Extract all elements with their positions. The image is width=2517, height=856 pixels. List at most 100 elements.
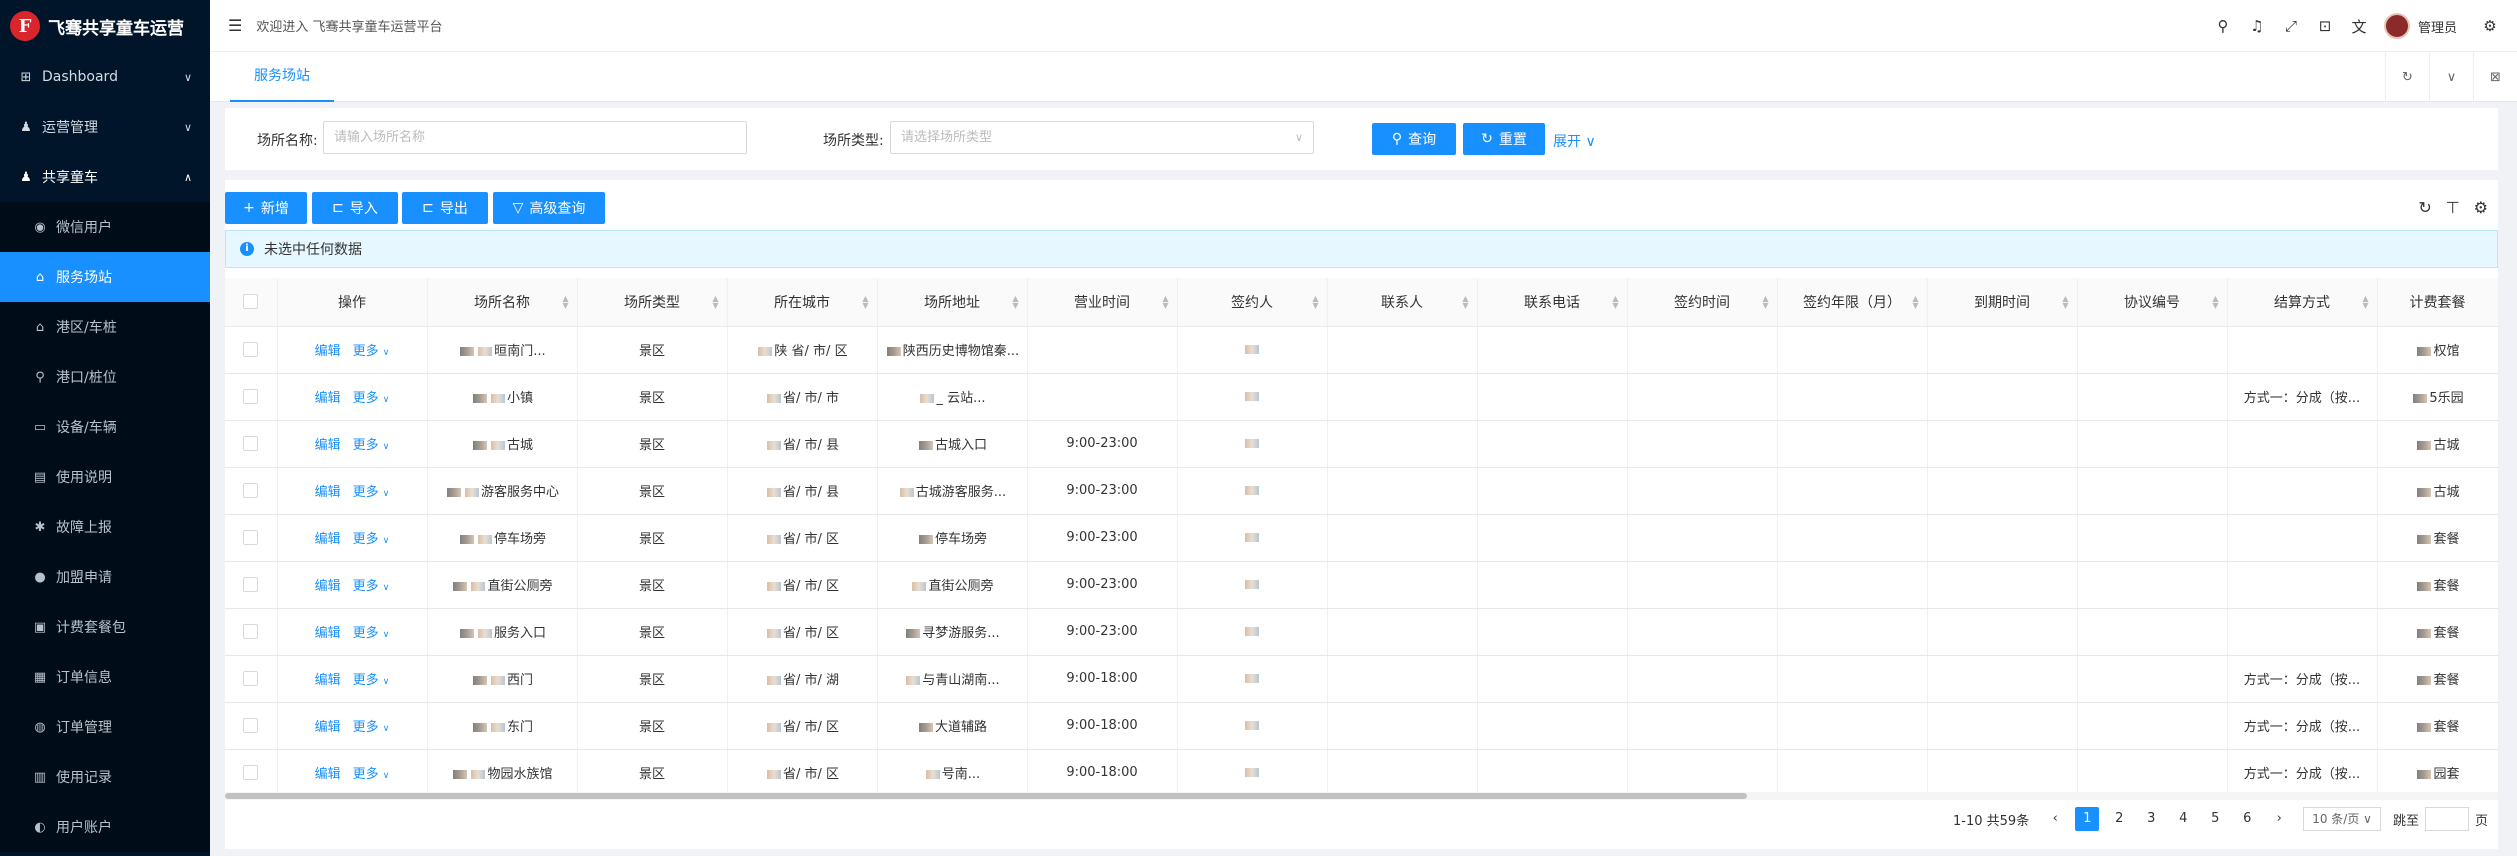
col-header-name[interactable]: 场所名称 ▲ ▼ — [427, 278, 578, 327]
row-checkbox[interactable] — [243, 436, 259, 451]
col-header-expire[interactable]: 到期时间 ▲ ▼ — [1927, 278, 2078, 327]
row-checkbox[interactable] — [243, 624, 259, 639]
more-link[interactable]: 更多 ∨ — [353, 720, 390, 735]
row-checkbox[interactable] — [243, 671, 259, 686]
edit-link[interactable]: 编辑 — [315, 438, 341, 453]
sidebar-item-port-slots[interactable]: ⚲ 港口/桩位 — [0, 352, 210, 402]
col-header-contact[interactable]: 联系人 ▲ ▼ — [1327, 278, 1478, 327]
more-link[interactable]: 更多 ∨ — [353, 626, 390, 641]
edit-link[interactable]: 编辑 — [315, 391, 341, 406]
page-number[interactable]: 4 — [2171, 807, 2195, 831]
advanced-query-button[interactable]: ▽ 高级查询 — [493, 192, 605, 224]
search-icon[interactable]: ⚲ — [2206, 17, 2240, 35]
import-button[interactable]: ⊏ 导入 — [312, 192, 398, 224]
col-header-address[interactable]: 场所地址 ▲ ▼ — [877, 278, 1028, 327]
gear-icon[interactable]: ⚙ — [2474, 198, 2488, 217]
sidebar-item-fault-report[interactable]: ✱ 故障上报 — [0, 502, 210, 552]
page-number[interactable]: 1 — [2075, 807, 2100, 831]
col-header-sign-time[interactable]: 签约时间 ▲ ▼ — [1627, 278, 1778, 327]
expand-link[interactable]: 展开 ∨ — [1553, 131, 1596, 151]
more-link[interactable]: 更多 ∨ — [353, 673, 390, 688]
chevron-down-icon[interactable]: ∨ — [2429, 52, 2473, 102]
more-link[interactable]: 更多 ∨ — [353, 391, 390, 406]
horizontal-scrollbar[interactable] — [225, 792, 2498, 800]
col-header-phone[interactable]: 联系电话 ▲ ▼ — [1477, 278, 1628, 327]
sidebar-item-devices[interactable]: ▭ 设备/车辆 — [0, 402, 210, 452]
page-number[interactable]: 6 — [2235, 807, 2259, 831]
sidebar-item-shared-carts[interactable]: ♟ 共享童车 ∧ — [0, 152, 210, 202]
add-label: 新增 — [260, 201, 289, 217]
sidebar-item-harbor-piles[interactable]: ⌂ 港区/车桩 — [0, 302, 210, 352]
bell-icon[interactable]: ♫ — [2240, 17, 2274, 35]
sidebar-item-service-stations[interactable]: ⌂ 服务场站 — [0, 252, 210, 302]
more-link[interactable]: 更多 ∨ — [353, 579, 390, 594]
type-select[interactable]: 请选择场所类型 ∨ — [890, 121, 1314, 154]
avatar[interactable] — [2383, 13, 2410, 39]
sidebar-item-wechat-users[interactable]: ◉ 微信用户 — [0, 202, 210, 252]
edit-link[interactable]: 编辑 — [315, 626, 341, 641]
edit-link[interactable]: 编辑 — [315, 767, 341, 782]
column-height-icon[interactable]: ⊤ — [2446, 198, 2460, 217]
next-page-icon[interactable]: › — [2267, 807, 2291, 831]
tab-service-stations[interactable]: 服务场站 — [230, 52, 334, 102]
edit-link[interactable]: 编辑 — [315, 485, 341, 500]
edit-link[interactable]: 编辑 — [315, 720, 341, 735]
page-number[interactable]: 5 — [2203, 807, 2227, 831]
add-button[interactable]: + 新增 — [225, 192, 307, 224]
row-checkbox[interactable] — [243, 342, 259, 357]
row-checkbox[interactable] — [243, 765, 259, 780]
query-button[interactable]: ⚲ 查询 — [1372, 123, 1456, 155]
col-header-signer[interactable]: 签约人 ▲ ▼ — [1177, 278, 1328, 327]
reset-button[interactable]: ↻ 重置 — [1463, 123, 1545, 155]
refresh-icon[interactable]: ↻ — [2385, 52, 2429, 102]
sidebar-item-dashboard[interactable]: ⊞ Dashboard ∨ — [0, 52, 210, 102]
gear-icon[interactable]: ⚙ — [2473, 17, 2507, 35]
row-checkbox[interactable] — [243, 483, 259, 498]
more-link[interactable]: 更多 ∨ — [353, 438, 390, 453]
cell-agreement — [2077, 749, 2228, 797]
col-header-hours[interactable]: 营业时间 ▲ ▼ — [1027, 278, 1178, 327]
export-button[interactable]: ⊏ 导出 — [402, 192, 488, 224]
col-header-sign-years[interactable]: 签约年限（月） ▲ ▼ — [1777, 278, 1928, 327]
row-checkbox[interactable] — [243, 530, 259, 545]
select-all-checkbox[interactable] — [243, 294, 259, 310]
edit-link[interactable]: 编辑 — [315, 344, 341, 359]
edit-link[interactable]: 编辑 — [315, 532, 341, 547]
name-input[interactable]: 请输入场所名称 — [323, 121, 747, 154]
more-link[interactable]: 更多 ∨ — [353, 532, 390, 547]
sidebar-item-order-info[interactable]: ▦ 订单信息 — [0, 652, 210, 702]
sidebar-item-instructions[interactable]: ▤ 使用说明 — [0, 452, 210, 502]
menu-fold-icon[interactable]: ☰ — [228, 16, 242, 35]
col-header-agreement[interactable]: 协议编号 ▲ ▼ — [2077, 278, 2228, 327]
fullscreen-icon[interactable]: ⤢ — [2274, 17, 2308, 35]
sidebar-item-order-manage[interactable]: ◍ 订单管理 — [0, 702, 210, 752]
row-checkbox[interactable] — [243, 577, 259, 592]
prev-page-icon[interactable]: ‹ — [2043, 807, 2067, 831]
row-checkbox[interactable] — [243, 718, 259, 733]
edit-link[interactable]: 编辑 — [315, 579, 341, 594]
expand-icon[interactable]: ⊠ — [2473, 52, 2517, 102]
more-link[interactable]: 更多 ∨ — [353, 344, 390, 359]
page-number[interactable]: 3 — [2139, 807, 2163, 831]
language-icon[interactable]: 文 — [2342, 16, 2376, 37]
refresh-icon[interactable]: ↻ — [2418, 198, 2431, 217]
sidebar-item-billing-package[interactable]: ▣ 计费套餐包 — [0, 602, 210, 652]
page-number[interactable]: 2 — [2107, 807, 2131, 831]
col-header-type[interactable]: 场所类型 ▲ ▼ — [577, 278, 728, 327]
edit-link[interactable]: 编辑 — [315, 673, 341, 688]
scrollbar-thumb[interactable] — [225, 793, 1747, 799]
page-size-select[interactable]: 10 条/页 ∨ — [2303, 807, 2381, 831]
row-checkbox[interactable] — [243, 389, 259, 404]
jump-input[interactable] — [2424, 807, 2469, 831]
sidebar-item-operations[interactable]: ♟ 运营管理 ∨ — [0, 102, 210, 152]
col-header-settlement[interactable]: 结算方式 ▲ ▼ — [2227, 278, 2378, 327]
sidebar-item-usage-record[interactable]: ▥ 使用记录 — [0, 752, 210, 802]
username[interactable]: 管理员 — [2418, 17, 2457, 36]
sidebar-item-franchise[interactable]: ● 加盟申请 — [0, 552, 210, 602]
chevron-down-icon: ∨ — [382, 677, 390, 687]
more-link[interactable]: 更多 ∨ — [353, 767, 390, 782]
sidebar-item-user-account[interactable]: ◐ 用户账户 — [0, 802, 210, 852]
more-link[interactable]: 更多 ∨ — [353, 485, 390, 500]
col-header-city[interactable]: 所在城市 ▲ ▼ — [727, 278, 878, 327]
lock-icon[interactable]: ⊡ — [2308, 17, 2342, 35]
